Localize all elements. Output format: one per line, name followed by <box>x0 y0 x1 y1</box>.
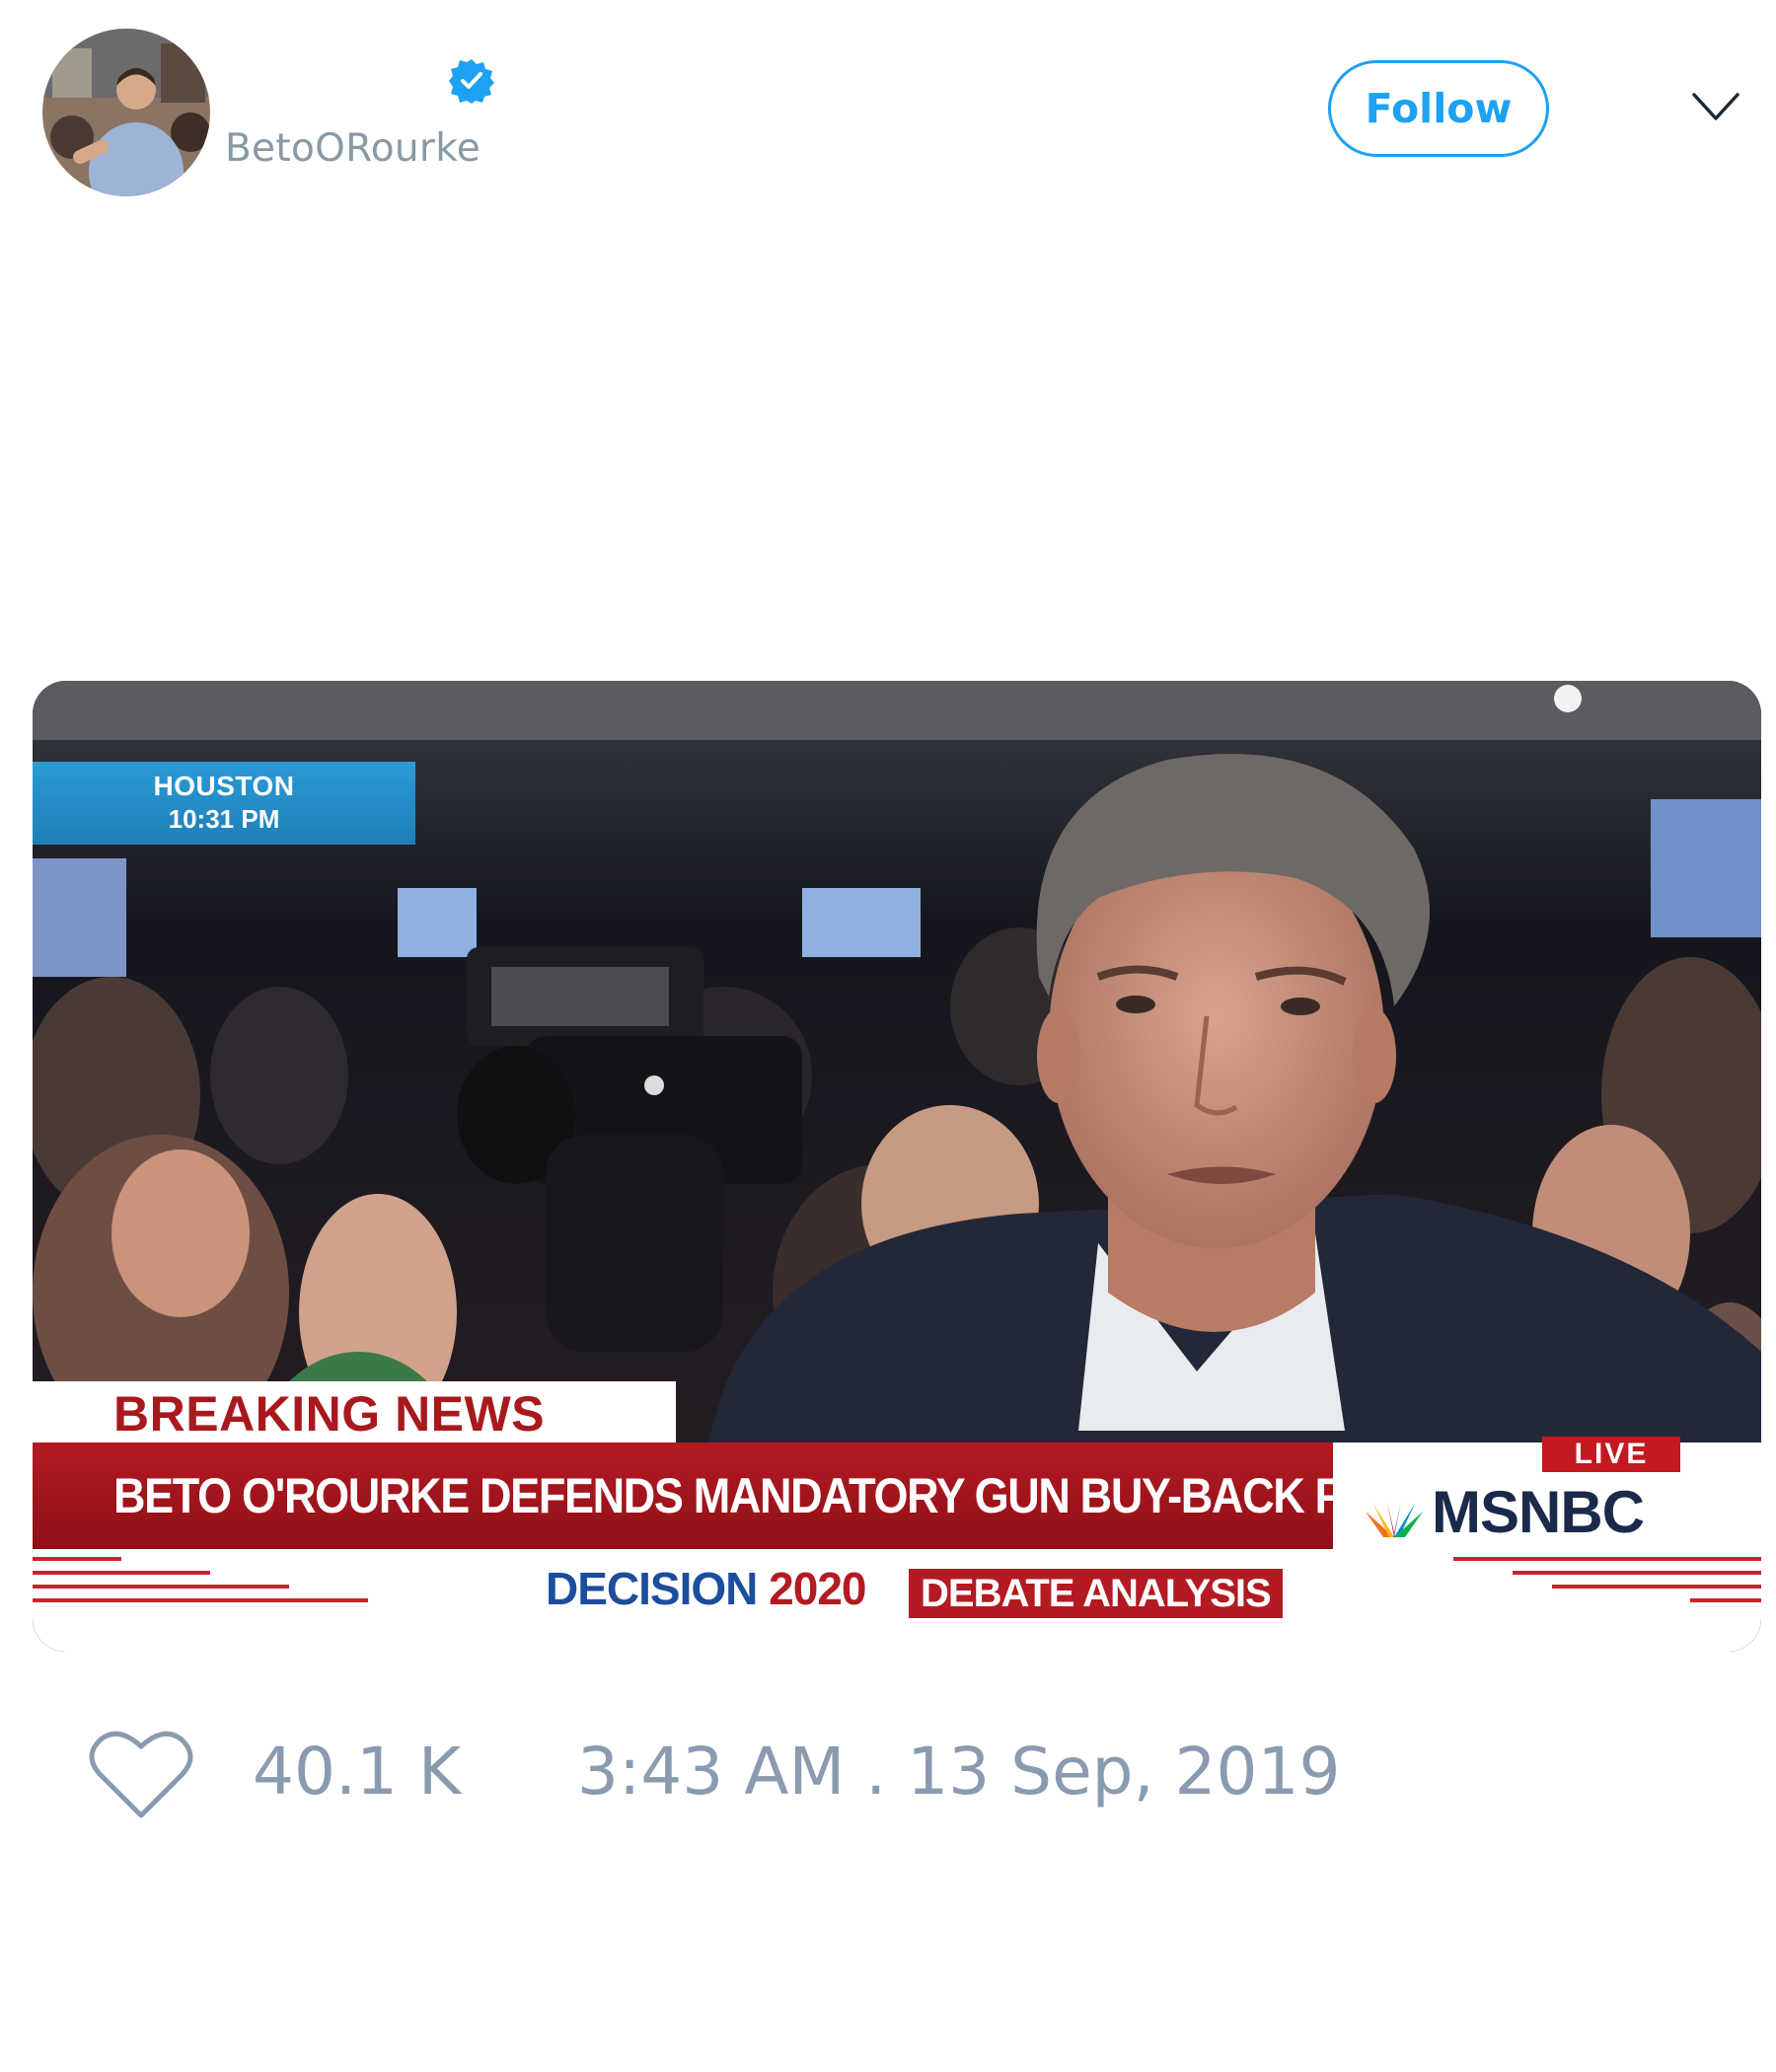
location-city: HOUSTON <box>153 771 295 801</box>
network-logo: MSNBC <box>1432 1479 1645 1545</box>
user-handle[interactable]: BetoORourke <box>225 126 481 171</box>
peacock-logo-icon <box>1360 1500 1429 1539</box>
verified-badge-icon <box>448 57 495 105</box>
decision-label: DECISION <box>546 1563 758 1614</box>
video-player[interactable]: HOUSTON 10:31 PM BREAKING NEWS BETO O'RO… <box>33 681 1761 1652</box>
decision-2020-logo: DECISION 2020 <box>546 1562 867 1615</box>
avatar[interactable] <box>42 29 210 196</box>
decision-year: 2020 <box>769 1563 866 1614</box>
location-box: HOUSTON 10:31 PM <box>33 762 415 845</box>
segment-label: DEBATE ANALYSIS <box>909 1569 1283 1618</box>
news-headline-text: BETO O'ROURKE DEFENDS MANDATORY GUN BUY-… <box>113 1468 1473 1523</box>
chevron-down-icon[interactable] <box>1691 89 1740 124</box>
live-badge: LIVE <box>1542 1437 1680 1472</box>
like-count: 40.1 K <box>253 1734 462 1810</box>
follow-button[interactable]: Follow <box>1328 60 1549 157</box>
breaking-news-label: BREAKING NEWS <box>33 1381 676 1446</box>
heart-icon[interactable] <box>88 1727 194 1821</box>
tweet-timestamp[interactable]: 3:43 AM . 13 Sep, 2019 <box>577 1734 1341 1810</box>
news-headline: BETO O'ROURKE DEFENDS MANDATORY GUN BUY-… <box>33 1443 1473 1549</box>
location-time: 10:31 PM <box>168 804 280 834</box>
lower-third-strip <box>33 1549 1761 1652</box>
profile-photo <box>42 29 210 196</box>
